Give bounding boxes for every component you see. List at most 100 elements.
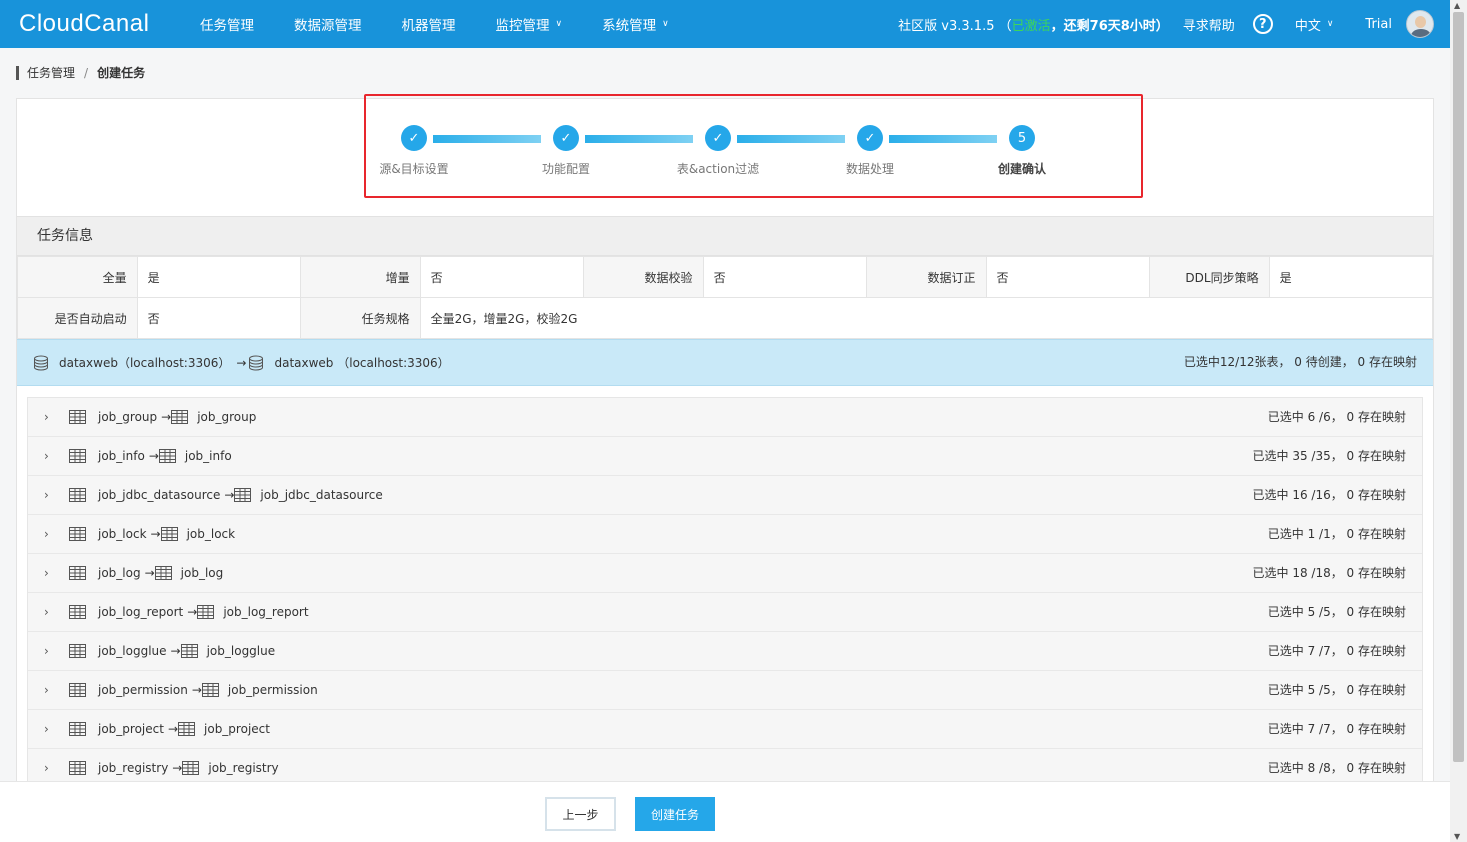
table-icon — [69, 761, 86, 775]
chevron-right-icon[interactable]: › — [44, 488, 57, 502]
page-scrollbar[interactable]: ▲ ▼ — [1450, 0, 1467, 842]
table-icon — [178, 722, 196, 736]
step-label: 表&action过滤 — [676, 162, 760, 176]
question-icon[interactable]: ? — [1252, 14, 1273, 34]
database-icon — [249, 355, 264, 371]
chevron-right-icon[interactable]: › — [44, 644, 57, 658]
table-selection-status: 已选中 1 /1， 0 存在映射 — [1267, 527, 1406, 541]
user-name[interactable]: Trial — [1365, 17, 1392, 32]
db-mapping-summary: 已选中12/12张表， 0 待创建， 0 存在映射 — [1183, 355, 1417, 369]
scroll-thumb[interactable] — [1453, 12, 1464, 762]
target-table-name: job_group — [197, 410, 257, 424]
top-right-area: 社区版 v3.3.1.5 （已激活，还剩76天8小时） 寻求帮助 ? 中文 ∨ T… — [898, 0, 1450, 48]
table-row[interactable]: › job_info → job_info 已选中 35 /35， 0 存在映射 — [28, 437, 1422, 476]
table-row[interactable]: › job_log → job_log 已选中 18 /18， 0 存在映射 — [28, 554, 1422, 593]
previous-step-button[interactable]: 上一步 — [545, 797, 616, 831]
info-value: 否 — [985, 256, 1150, 298]
table-row[interactable]: › job_log_report → job_log_report 已选中 5 /5， … — [28, 593, 1422, 632]
step-source-target[interactable]: ✓ 源&目标设置 — [364, 125, 464, 177]
target-table-name: job_project — [204, 722, 270, 736]
nav-task-management[interactable]: 任务管理 — [200, 14, 254, 34]
table-row[interactable]: › job_project → job_project 已选中 7 /7， 0 存在映射 — [28, 710, 1422, 749]
source-table-name: job_info — [98, 449, 145, 463]
version-info: 社区版 v3.3.1.5 （已激活，还剩76天8小时） — [898, 15, 1169, 34]
activated-status: 已激活 — [1011, 18, 1051, 34]
arrow-right-icon: → — [191, 683, 202, 697]
info-key: 任务规格 — [299, 297, 421, 339]
main-panel: ✓ 源&目标设置 ✓ 功能配置 ✓ 表&action过滤 ✓ 数据处理 5 创建… — [16, 94, 1434, 798]
table-icon — [69, 566, 86, 580]
table-icon — [69, 722, 86, 736]
logo[interactable]: CloudCanal — [19, 10, 179, 38]
target-table-name: job_permission — [227, 683, 318, 697]
source-table-name: job_lock — [98, 527, 147, 541]
source-db: dataxweb（localhost:3306） — [59, 356, 231, 370]
nav-label: 任务管理 — [200, 18, 254, 34]
chevron-right-icon[interactable]: › — [44, 527, 57, 541]
source-table-name: job_log_report — [98, 605, 184, 619]
database-icon — [34, 355, 48, 371]
help-link[interactable]: 寻求帮助 — [1183, 15, 1235, 34]
info-value: 否 — [702, 256, 867, 298]
info-value: 否 — [419, 256, 584, 298]
table-row[interactable]: › job_permission → job_permission 已选中 5 /5， … — [28, 671, 1422, 710]
breadcrumb-parent[interactable]: 任务管理 — [27, 64, 75, 81]
arrow-right-icon: → — [172, 761, 183, 775]
arrow-right-icon: → — [150, 527, 161, 541]
nav-machine-management[interactable]: 机器管理 — [402, 14, 456, 34]
nav-system-management[interactable]: 系统管理 ∨ — [602, 14, 669, 34]
chevron-right-icon[interactable]: › — [44, 410, 57, 424]
info-key: 数据订正 — [865, 256, 987, 298]
chevron-right-icon[interactable]: › — [44, 566, 57, 580]
step-label: 数据处理 — [845, 162, 894, 176]
breadcrumb-current: 创建任务 — [97, 66, 146, 80]
arrow-right-icon: → — [148, 449, 159, 463]
source-table-name: job_permission — [98, 683, 188, 697]
table-icon — [69, 449, 86, 463]
table-row[interactable]: › job_group → job_group 已选中 6 /6， 0 存在映射 — [28, 398, 1422, 437]
chevron-right-icon[interactable]: › — [44, 605, 57, 619]
target-table-name: job_lock — [186, 527, 236, 541]
scroll-down-icon[interactable]: ▼ — [1454, 832, 1460, 841]
source-table-name: job_logglue — [98, 644, 167, 658]
chevron-right-icon[interactable]: › — [44, 683, 57, 697]
table-row[interactable]: › job_lock → job_lock 已选中 1 /1， 0 存在映射 — [28, 515, 1422, 554]
nav-label: 机器管理 — [401, 18, 456, 34]
arrow-right-icon: → — [144, 566, 155, 580]
nav-monitor-management[interactable]: 监控管理 ∨ — [496, 14, 563, 34]
breadcrumb-marker — [16, 65, 19, 80]
table-icon — [158, 449, 176, 463]
main-nav: 任务管理 数据源管理 机器管理 监控管理 ∨ 系统管理 ∨ — [200, 14, 709, 34]
step-function-config[interactable]: ✓ 功能配置 — [516, 125, 616, 177]
remaining-time: ，还剩76天8小时） — [1050, 18, 1169, 34]
create-task-button[interactable]: 创建任务 — [635, 797, 715, 831]
table-selection-status: 已选中 5 /5， 0 存在映射 — [1267, 605, 1406, 619]
info-key: DDL同步策略 — [1148, 256, 1270, 298]
table-row[interactable]: › job_logglue → job_logglue 已选中 7 /7， 0 存在映射 — [28, 632, 1422, 671]
task-info-row: 是否自动启动 否 任务规格 全量2G，增量2G，校验2G — [17, 297, 1434, 339]
chevron-down-icon: ∨ — [555, 19, 563, 29]
task-info-title: 任务信息 — [17, 216, 1433, 256]
nav-datasource-management[interactable]: 数据源管理 — [294, 14, 362, 34]
step-table-action-filter[interactable]: ✓ 表&action过滤 — [668, 125, 768, 177]
chevron-right-icon[interactable]: › — [44, 449, 57, 463]
table-selection-status: 已选中 5 /5， 0 存在映射 — [1267, 683, 1406, 697]
scroll-up-icon[interactable]: ▲ — [1454, 1, 1460, 10]
version-paren: （ — [998, 18, 1012, 34]
nav-label: 系统管理 — [602, 18, 657, 34]
language-selector[interactable]: 中文 ∨ — [1295, 15, 1334, 34]
step-data-processing[interactable]: ✓ 数据处理 — [820, 125, 920, 177]
table-icon — [69, 605, 86, 619]
target-db: dataxweb （localhost:3306） — [274, 356, 450, 370]
step-create-confirm[interactable]: 5 创建确认 — [972, 125, 1072, 177]
target-table-name: job_logglue — [206, 644, 276, 658]
table-icon — [154, 566, 172, 580]
chevron-right-icon[interactable]: › — [44, 722, 57, 736]
check-icon: ✓ — [705, 125, 731, 151]
avatar[interactable] — [1406, 10, 1434, 38]
language-label: 中文 — [1294, 18, 1321, 34]
table-row[interactable]: › job_jdbc_datasource → job_jdbc_datasource… — [28, 476, 1422, 515]
chevron-right-icon[interactable]: › — [44, 761, 57, 775]
table-icon — [201, 683, 219, 697]
table-icon — [180, 644, 198, 658]
